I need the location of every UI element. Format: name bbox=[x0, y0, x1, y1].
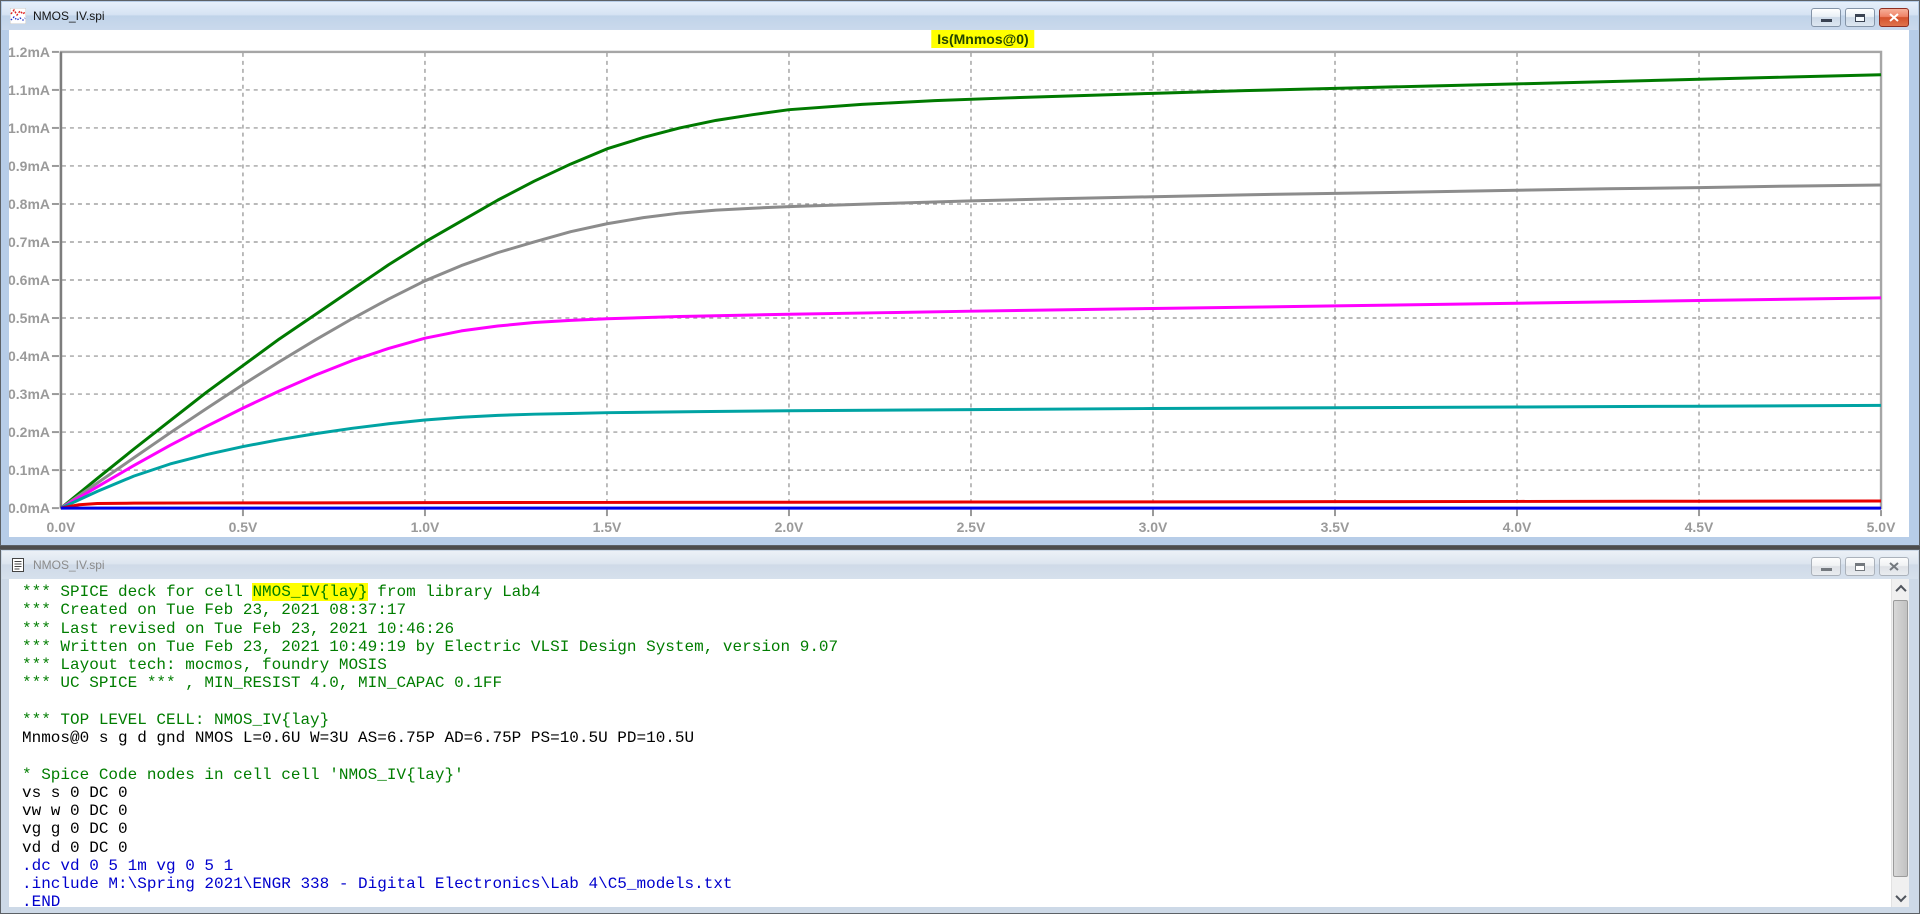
code-line bbox=[22, 693, 1909, 711]
close-icon bbox=[1889, 562, 1899, 571]
code-line: vs s 0 DC 0 bbox=[22, 784, 1909, 802]
minimize-icon bbox=[1821, 568, 1832, 571]
scroll-down-button[interactable] bbox=[1892, 889, 1909, 906]
code-line: vg g 0 DC 0 bbox=[22, 820, 1909, 838]
code-line: vd d 0 DC 0 bbox=[22, 839, 1909, 857]
chevron-up-icon bbox=[1895, 584, 1906, 595]
x-tick-label: 2.5V bbox=[957, 519, 986, 535]
document-icon bbox=[10, 557, 26, 573]
x-tick-label: 4.0V bbox=[1503, 519, 1532, 535]
plot-canvas[interactable]: Is(Mnmos@0) 1.2mA 1.1mA 1.0mA 0.9mA 0.8mA 0.7… bbox=[9, 30, 1909, 537]
code-line: Mnmos@0 s g d gnd NMOS L=0.6U W=3U AS=6.… bbox=[22, 729, 1909, 747]
y-tick-label: 0.9mA bbox=[9, 158, 50, 174]
y-tick-label: 0.2mA bbox=[9, 424, 50, 440]
scroll-up-button[interactable] bbox=[1892, 580, 1909, 597]
spice-text-area[interactable]: *** SPICE deck for cell NMOS_IV{lay} fro… bbox=[9, 579, 1909, 907]
waveform-window: NMOS_IV.spi Is(Mnmos@0) 1.2mA 1.1mA 1.0mA 0… bbox=[0, 0, 1920, 546]
x-tick-label: 1.0V bbox=[411, 519, 440, 535]
y-tick-label: 0.1mA bbox=[9, 462, 50, 478]
close-button[interactable] bbox=[1879, 557, 1909, 576]
x-tick-label: 5.0V bbox=[1867, 519, 1896, 535]
code-line: *** SPICE deck for cell NMOS_IV{lay} fro… bbox=[22, 583, 1909, 601]
y-tick-label: 0.7mA bbox=[9, 234, 50, 250]
spice-deck-window-titlebar[interactable]: NMOS_IV.spi bbox=[2, 551, 1918, 579]
minimize-button[interactable] bbox=[1811, 557, 1841, 576]
x-tick-label: 4.5V bbox=[1685, 519, 1714, 535]
y-tick-label: 0.5mA bbox=[9, 310, 50, 326]
y-tick-label: 1.1mA bbox=[9, 82, 50, 98]
waveform-window-titlebar[interactable]: NMOS_IV.spi bbox=[2, 2, 1918, 30]
y-tick-label: 0.8mA bbox=[9, 196, 50, 212]
x-tick-label: 1.5V bbox=[593, 519, 622, 535]
code-line: .END bbox=[22, 893, 1909, 907]
window-title: NMOS_IV.spi bbox=[33, 9, 105, 23]
close-button[interactable] bbox=[1879, 8, 1909, 27]
scrollbar-thumb[interactable] bbox=[1893, 600, 1908, 877]
restore-icon bbox=[1855, 14, 1865, 22]
code-line: *** Written on Tue Feb 23, 2021 10:49:19… bbox=[22, 638, 1909, 656]
minimize-button[interactable] bbox=[1811, 8, 1841, 27]
highlighted-text: NMOS_IV{lay} bbox=[252, 583, 367, 601]
y-tick-label: 1.0mA bbox=[9, 120, 50, 136]
restore-icon bbox=[1855, 563, 1865, 571]
y-tick-label: 0.4mA bbox=[9, 348, 50, 364]
spice-deck-window: NMOS_IV.spi *** SPICE deck for cell NMOS… bbox=[0, 549, 1920, 914]
code-line: .dc vd 0 5 1m vg 0 5 1 bbox=[22, 857, 1909, 875]
curve-green bbox=[61, 75, 1881, 508]
window-title: NMOS_IV.spi bbox=[33, 558, 105, 572]
iv-curves-plot[interactable]: 1.2mA 1.1mA 1.0mA 0.9mA 0.8mA 0.7mA 0.6mA 0.5mA… bbox=[9, 30, 1909, 537]
x-tick-label: 0.5V bbox=[229, 519, 258, 535]
close-icon bbox=[1889, 13, 1899, 22]
code-line: * Spice Code nodes in cell cell 'NMOS_IV… bbox=[22, 766, 1909, 784]
spice-code[interactable]: *** SPICE deck for cell NMOS_IV{lay} fro… bbox=[9, 579, 1909, 907]
plot-title-badge: Is(Mnmos@0) bbox=[931, 30, 1034, 48]
minimize-icon bbox=[1821, 19, 1832, 22]
code-line: *** Layout tech: mocmos, foundry MOSIS bbox=[22, 656, 1909, 674]
waveform-icon bbox=[10, 8, 26, 24]
code-line: *** TOP LEVEL CELL: NMOS_IV{lay} bbox=[22, 711, 1909, 729]
y-tick-label: 1.2mA bbox=[9, 44, 50, 60]
restore-button[interactable] bbox=[1845, 8, 1875, 27]
code-line bbox=[22, 747, 1909, 765]
x-tick-label: 2.0V bbox=[775, 519, 804, 535]
restore-button[interactable] bbox=[1845, 557, 1875, 576]
x-tick-label: 0.0V bbox=[47, 519, 76, 535]
y-tick-label: 0.6mA bbox=[9, 272, 50, 288]
x-tick-label: 3.5V bbox=[1321, 519, 1350, 535]
code-line: *** Last revised on Tue Feb 23, 2021 10:… bbox=[22, 620, 1909, 638]
vertical-scrollbar[interactable] bbox=[1891, 579, 1909, 907]
x-tick-label: 3.0V bbox=[1139, 519, 1168, 535]
code-line: *** UC SPICE *** , MIN_RESIST 4.0, MIN_C… bbox=[22, 674, 1909, 692]
code-line: *** Created on Tue Feb 23, 2021 08:37:17 bbox=[22, 601, 1909, 619]
y-tick-label: 0.0mA bbox=[9, 500, 50, 516]
code-line: .include M:\Spring 2021\ENGR 338 - Digit… bbox=[22, 875, 1909, 893]
code-line: vw w 0 DC 0 bbox=[22, 802, 1909, 820]
y-tick-label: 0.3mA bbox=[9, 386, 50, 402]
chevron-down-icon bbox=[1895, 890, 1906, 901]
